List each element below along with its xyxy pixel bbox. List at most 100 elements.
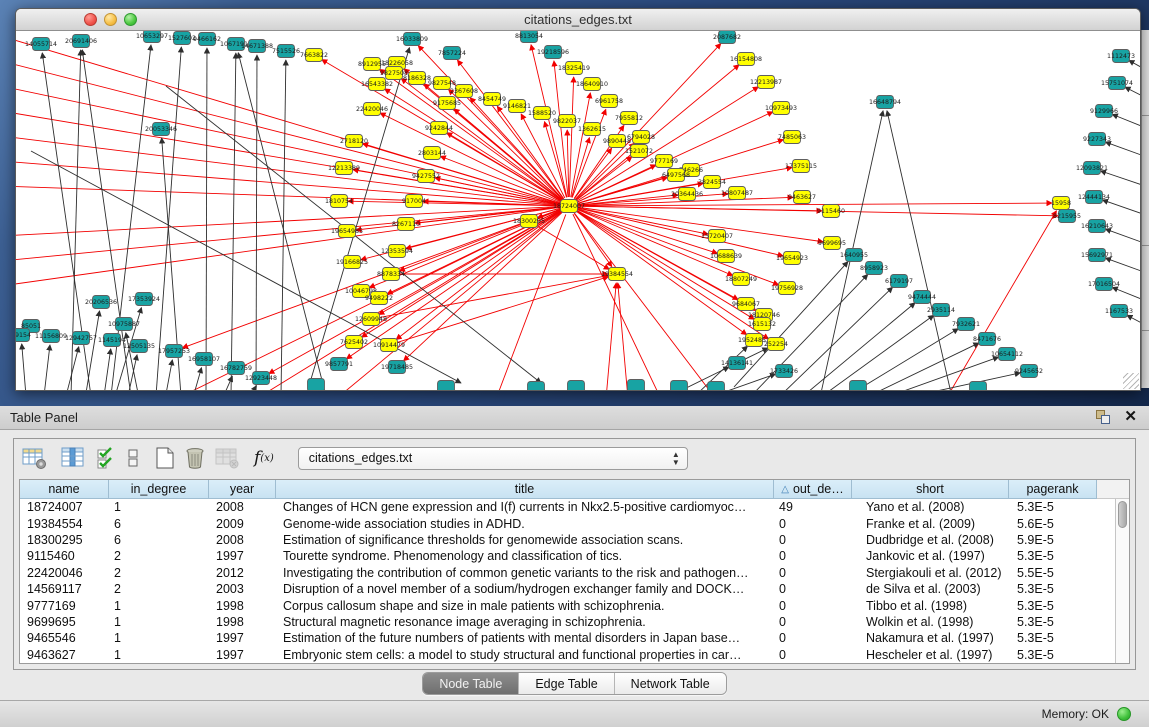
graph-node[interactable] [850,381,867,391]
graph-node-16958107[interactable]: 16958107 [188,353,220,366]
graph-node-8267110[interactable]: 8267110 [392,218,420,231]
zoom-window-button[interactable] [124,13,137,26]
graph-node-9474444[interactable]: 9474444 [908,291,936,304]
scrollbar-thumb[interactable] [1118,501,1127,528]
graph-node-12609948[interactable]: 12609948 [355,313,387,326]
table-row[interactable]: 1872400712008Changes of HCN gene express… [20,499,1129,515]
graph-node-14136141[interactable]: 14136141 [721,357,753,370]
graph-node-7485063[interactable]: 7485063 [778,131,806,144]
graph-node-1362615[interactable]: 1362615 [578,123,606,136]
graph-node[interactable] [528,382,545,391]
graph-node-9857791[interactable]: 9857791 [325,358,353,371]
column-header-name[interactable]: name [20,480,109,499]
graph-node-10973493[interactable]: 10973493 [765,102,797,115]
graph-node-7955812[interactable]: 7955812 [615,112,643,125]
graph-node[interactable] [438,381,455,391]
table-scrollbar[interactable] [1115,499,1129,663]
table-row[interactable]: 969969511998Structural magnetic resonanc… [20,614,1129,630]
graph-node-20206536[interactable]: 20206536 [85,296,117,309]
graph-node-1640955[interactable]: 1640955 [840,249,868,262]
graph-node-252254[interactable]: 252254 [764,338,788,351]
graph-node-8813054[interactable]: 8813054 [515,31,543,43]
graph-node-19718485[interactable]: 19718485 [381,361,413,374]
citation-network-graph[interactable]: 1872400714055714206914061065329715276029… [16,31,1140,390]
network-canvas[interactable]: 1872400714055714206914061065329715276029… [16,31,1140,390]
graph-node-15720407[interactable]: 15720407 [701,230,733,243]
graph-node-16033809[interactable]: 16033809 [396,33,428,46]
graph-node-15958[interactable]: 15958 [1051,197,1071,210]
graph-node-19166825[interactable]: 19166825 [336,256,368,269]
graph-node-16210643[interactable]: 16210643 [1081,220,1113,233]
graph-node-9227343[interactable]: 9227343 [1083,133,1111,146]
table-settings-icon[interactable] [21,445,49,471]
graph-node-1112473[interactable]: 1112473 [1107,50,1135,63]
graph-node-19384554[interactable]: 19384554 [601,268,633,281]
close-panel-icon[interactable]: ✕ [1124,409,1137,425]
graph-node-17353924[interactable]: 17353924 [128,293,160,306]
table-row[interactable]: 1830029562008Estimation of significance … [20,532,1129,548]
show-columns-icon[interactable] [60,445,86,471]
float-panel-icon[interactable] [1095,409,1111,425]
graph-node-8878334[interactable]: 8878334 [377,268,405,281]
table-selector-dropdown[interactable]: citations_edges.txt ▲▼ [298,447,688,470]
row-height-icon[interactable] [127,445,139,471]
tab-network-table[interactable]: Network Table [615,673,726,694]
column-header-title[interactable]: title [276,480,774,499]
window-titlebar[interactable]: citations_edges.txt [16,9,1140,31]
graph-node-1145194[interactable]: 1145194 [98,334,126,347]
graph-node-917004[interactable]: 917004 [402,195,426,208]
graph-node-10807487[interactable]: 10807487 [721,187,753,200]
graph-node-1527602[interactable]: 1527602 [168,32,196,45]
graph-node-9175685[interactable]: 9175685 [433,97,461,110]
graph-node-9463627[interactable]: 9463627 [788,191,816,204]
graph-node-9699695[interactable]: 9699695 [818,237,846,250]
graph-node-16648794[interactable]: 16648794 [869,96,901,109]
graph-node-16782759[interactable]: 16782759 [220,362,252,375]
graph-node-1167533[interactable]: 1167533 [1105,305,1133,318]
graph-node-22420046[interactable]: 22420046 [356,103,388,116]
graph-node-20053346[interactable]: 20053346 [145,123,177,136]
delete-columns-icon[interactable] [183,445,207,471]
graph-node-19654923[interactable]: 19654923 [776,252,808,265]
graph-node-2718120[interactable]: 2718120 [340,135,368,148]
graph-node-9129966[interactable]: 9129966 [1090,105,1118,118]
graph-node-7857224[interactable]: 7857224 [438,47,466,60]
graph-node-99154[interactable]: 99154 [16,329,31,342]
graph-node-15692971[interactable]: 15692971 [1081,249,1113,262]
table-row[interactable]: 1938455462009Genome-wide association stu… [20,515,1129,531]
graph-node-9115460[interactable]: 9115460 [817,205,845,218]
column-header-pagerank[interactable]: pagerank [1009,480,1097,499]
table-row[interactable]: 946554611997Estimation of the future num… [20,630,1129,646]
column-header-out_degree[interactable]: △out_de… [774,480,852,499]
graph-node-9146821[interactable]: 9146821 [503,100,531,113]
table-row[interactable]: 946362711997Embryonic stem cells: a mode… [20,647,1129,663]
graph-node[interactable] [671,381,688,391]
graph-node-1733426[interactable]: 1733426 [770,365,798,378]
graph-node-6961758[interactable]: 6961758 [595,95,623,108]
table-row[interactable]: 2242004622012Investigating the contribut… [20,565,1129,581]
graph-node-12093821[interactable]: 12093821 [1076,162,1108,175]
graph-node-6179197[interactable]: 6179197 [885,275,913,288]
graph-node-9245652[interactable]: 9245652 [1015,365,1043,378]
column-header-short[interactable]: short [852,480,1009,499]
new-table-icon[interactable] [154,445,176,471]
function-builder-icon[interactable]: f(x) [254,445,274,471]
graph-node[interactable] [308,379,325,391]
graph-node-2803144[interactable]: 2803144 [418,147,446,160]
window-resize-grip[interactable] [1123,373,1139,389]
close-window-button[interactable] [84,13,97,26]
graph-node-6794028[interactable]: 6794028 [627,131,655,144]
graph-node-12444134[interactable]: 12444134 [1078,191,1110,204]
graph-node-3824554[interactable]: 3824554 [698,176,726,189]
graph-node-10914479[interactable]: 10914479 [373,339,405,352]
graph-node[interactable] [628,380,645,391]
graph-node-8454749[interactable]: 8454749 [478,93,506,106]
graph-node-12942757[interactable]: 12942757 [65,332,97,345]
graph-node-8215955[interactable]: 8215955 [1053,210,1081,223]
table-row[interactable]: 977716911998Corpus callosum shape and si… [20,597,1129,613]
graph-node-10654112[interactable]: 10654112 [991,348,1023,361]
table-row[interactable]: 911546021997Tourette syndrome. Phenomeno… [20,548,1129,564]
graph-node-7663822[interactable]: 7663822 [300,49,328,62]
graph-node-11156809[interactable]: 11156809 [35,330,67,343]
graph-node-7932621[interactable]: 7932621 [952,318,980,331]
